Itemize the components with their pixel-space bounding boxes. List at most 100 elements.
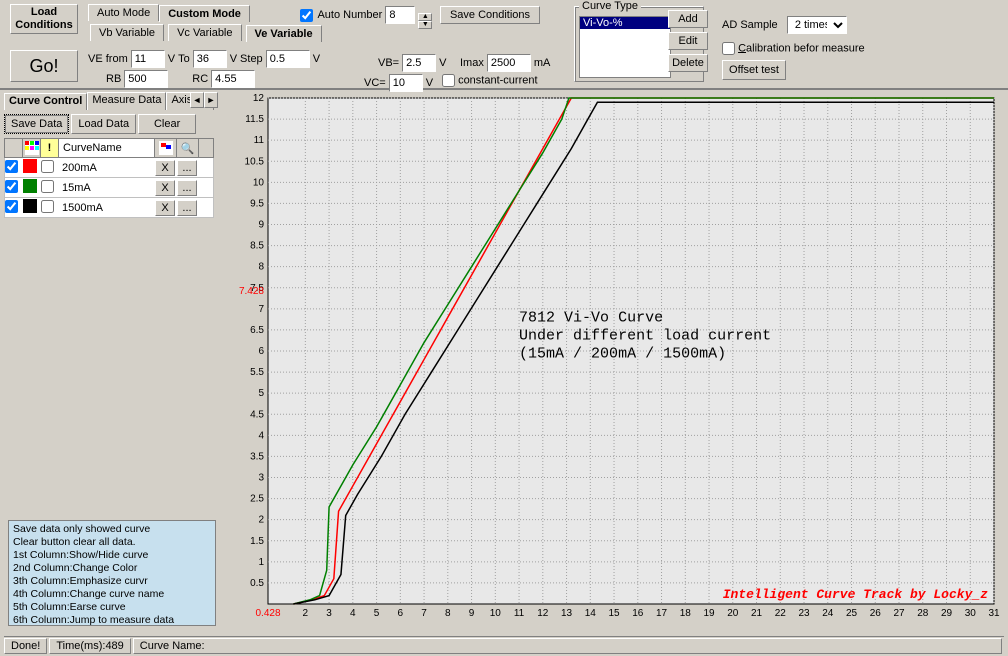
vc-label: VC= bbox=[364, 77, 386, 89]
tab-curve-control[interactable]: Curve Control bbox=[4, 93, 87, 110]
left-panel-tabs: Curve Control Measure Data Axis Co bbox=[4, 92, 218, 110]
constant-current-label: constant-current bbox=[458, 74, 537, 86]
svg-text:31: 31 bbox=[988, 608, 1000, 619]
curve-jump-button[interactable]: ... bbox=[177, 180, 197, 196]
vc-input[interactable] bbox=[389, 74, 423, 92]
col-color-header bbox=[23, 139, 41, 157]
svg-text:4.5: 4.5 bbox=[250, 409, 264, 420]
vb-input[interactable] bbox=[402, 54, 436, 72]
rb-input[interactable] bbox=[124, 70, 168, 88]
imax-label: Imax bbox=[460, 57, 484, 69]
svg-text:7: 7 bbox=[258, 304, 264, 315]
svg-text:2.5: 2.5 bbox=[250, 494, 264, 505]
load-conditions-button[interactable]: Load Conditions bbox=[10, 4, 78, 34]
palette-icon bbox=[25, 141, 39, 155]
curve-emphasize-checkbox[interactable] bbox=[41, 180, 54, 193]
ve-to-input[interactable] bbox=[193, 50, 227, 68]
svg-text:20: 20 bbox=[727, 608, 739, 619]
delete-button[interactable]: Delete bbox=[668, 54, 708, 72]
magnifier-icon: 🔍 bbox=[181, 142, 195, 155]
svg-text:9: 9 bbox=[258, 220, 264, 231]
calibration-checkbox[interactable] bbox=[722, 42, 735, 55]
svg-text:(15mA / 200mA / 1500mA): (15mA / 200mA / 1500mA) bbox=[519, 345, 726, 362]
calibration-label-u: C bbox=[738, 42, 746, 54]
svg-text:0.428: 0.428 bbox=[255, 608, 280, 619]
constant-current-checkbox[interactable] bbox=[442, 74, 455, 87]
color-swatch[interactable] bbox=[23, 199, 37, 213]
auto-number-input[interactable] bbox=[385, 6, 415, 24]
status-curve-name: Curve Name: bbox=[133, 638, 1002, 654]
clear-button[interactable]: Clear bbox=[138, 114, 196, 134]
spin-up-icon[interactable]: ▲ bbox=[418, 13, 432, 21]
svg-text:5: 5 bbox=[258, 388, 264, 399]
svg-text:29: 29 bbox=[941, 608, 953, 619]
step-input[interactable] bbox=[266, 50, 310, 68]
svg-text:30: 30 bbox=[965, 608, 977, 619]
curve-jump-button[interactable]: ... bbox=[177, 160, 197, 176]
curve-type-item-selected[interactable]: Vi-Vo-% bbox=[580, 17, 670, 29]
color-swatch[interactable] bbox=[23, 159, 37, 173]
status-done: Done! bbox=[4, 638, 47, 654]
svg-text:24: 24 bbox=[822, 608, 834, 619]
curve-name-cell[interactable]: 1500mA bbox=[59, 202, 155, 214]
col-show-hide bbox=[5, 139, 23, 157]
tab-scroll-right-icon[interactable]: ► bbox=[204, 92, 218, 108]
auto-number-spinner[interactable]: ▲▼ bbox=[418, 13, 432, 29]
step-label: Step bbox=[240, 53, 263, 65]
svg-text:10: 10 bbox=[490, 608, 502, 619]
curve-visible-checkbox[interactable] bbox=[5, 200, 18, 213]
col-emphasize-header: ! bbox=[41, 139, 59, 157]
offset-test-button[interactable]: Offset test bbox=[722, 60, 786, 80]
tab-scroll-left-icon[interactable]: ◄ bbox=[190, 92, 204, 108]
go-button[interactable]: Go! bbox=[10, 50, 78, 82]
save-conditions-button[interactable]: Save Conditions bbox=[440, 6, 540, 24]
svg-text:16: 16 bbox=[632, 608, 644, 619]
curve-visible-checkbox[interactable] bbox=[5, 160, 18, 173]
calibration-label: alibration befor measure bbox=[746, 42, 865, 54]
curve-row: 1500mAX... bbox=[4, 198, 214, 218]
svg-text:1: 1 bbox=[258, 557, 264, 568]
tab-measure-data[interactable]: Measure Data bbox=[87, 92, 166, 110]
spin-down-icon[interactable]: ▼ bbox=[418, 21, 432, 29]
color-swatch[interactable] bbox=[23, 179, 37, 193]
svg-text:Under different load current: Under different load current bbox=[519, 327, 771, 344]
svg-text:7.428: 7.428 bbox=[239, 286, 264, 297]
ad-sample-select[interactable]: 2 times bbox=[787, 16, 847, 34]
svg-text:25: 25 bbox=[846, 608, 858, 619]
svg-text:2: 2 bbox=[303, 608, 309, 619]
add-button[interactable]: Add bbox=[668, 10, 708, 28]
curve-jump-button[interactable]: ... bbox=[177, 200, 197, 216]
auto-number-checkbox[interactable] bbox=[300, 9, 313, 22]
svg-text:3: 3 bbox=[326, 608, 332, 619]
tab-custom-mode[interactable]: Custom Mode bbox=[159, 5, 250, 22]
svg-text:22: 22 bbox=[775, 608, 787, 619]
edit-button[interactable]: Edit bbox=[668, 32, 708, 50]
rc-input[interactable] bbox=[211, 70, 255, 88]
svg-text:9.5: 9.5 bbox=[250, 198, 264, 209]
ve-from-input[interactable] bbox=[131, 50, 165, 68]
rb-label: RB bbox=[106, 73, 121, 85]
imax-input[interactable] bbox=[487, 54, 531, 72]
svg-text:11.5: 11.5 bbox=[245, 114, 264, 125]
tab-auto-mode[interactable]: Auto Mode bbox=[88, 4, 159, 21]
curve-emphasize-checkbox[interactable] bbox=[41, 160, 54, 173]
curve-erase-button[interactable]: X bbox=[155, 200, 175, 216]
curve-erase-button[interactable]: X bbox=[155, 180, 175, 196]
tab-vb-variable[interactable]: Vb Variable bbox=[90, 24, 164, 41]
save-data-button[interactable]: Save Data bbox=[4, 114, 69, 134]
curve-name-cell[interactable]: 15mA bbox=[59, 182, 155, 194]
tab-vc-variable[interactable]: Vc Variable bbox=[168, 24, 241, 41]
svg-text:10: 10 bbox=[253, 177, 265, 188]
curve-name-cell[interactable]: 200mA bbox=[59, 162, 155, 174]
curve-erase-button[interactable]: X bbox=[155, 160, 175, 176]
curve-type-list[interactable]: Vi-Vo-% bbox=[579, 16, 671, 78]
svg-text:15: 15 bbox=[608, 608, 620, 619]
svg-text:12: 12 bbox=[537, 608, 549, 619]
col-curvename-header: CurveName bbox=[59, 139, 155, 157]
status-bar: Done! Time(ms):489 Curve Name: bbox=[4, 636, 1004, 654]
svg-text:9: 9 bbox=[469, 608, 475, 619]
load-data-button[interactable]: Load Data bbox=[71, 114, 136, 134]
to-label: To bbox=[178, 53, 190, 65]
curve-emphasize-checkbox[interactable] bbox=[41, 200, 54, 213]
curve-visible-checkbox[interactable] bbox=[5, 180, 18, 193]
